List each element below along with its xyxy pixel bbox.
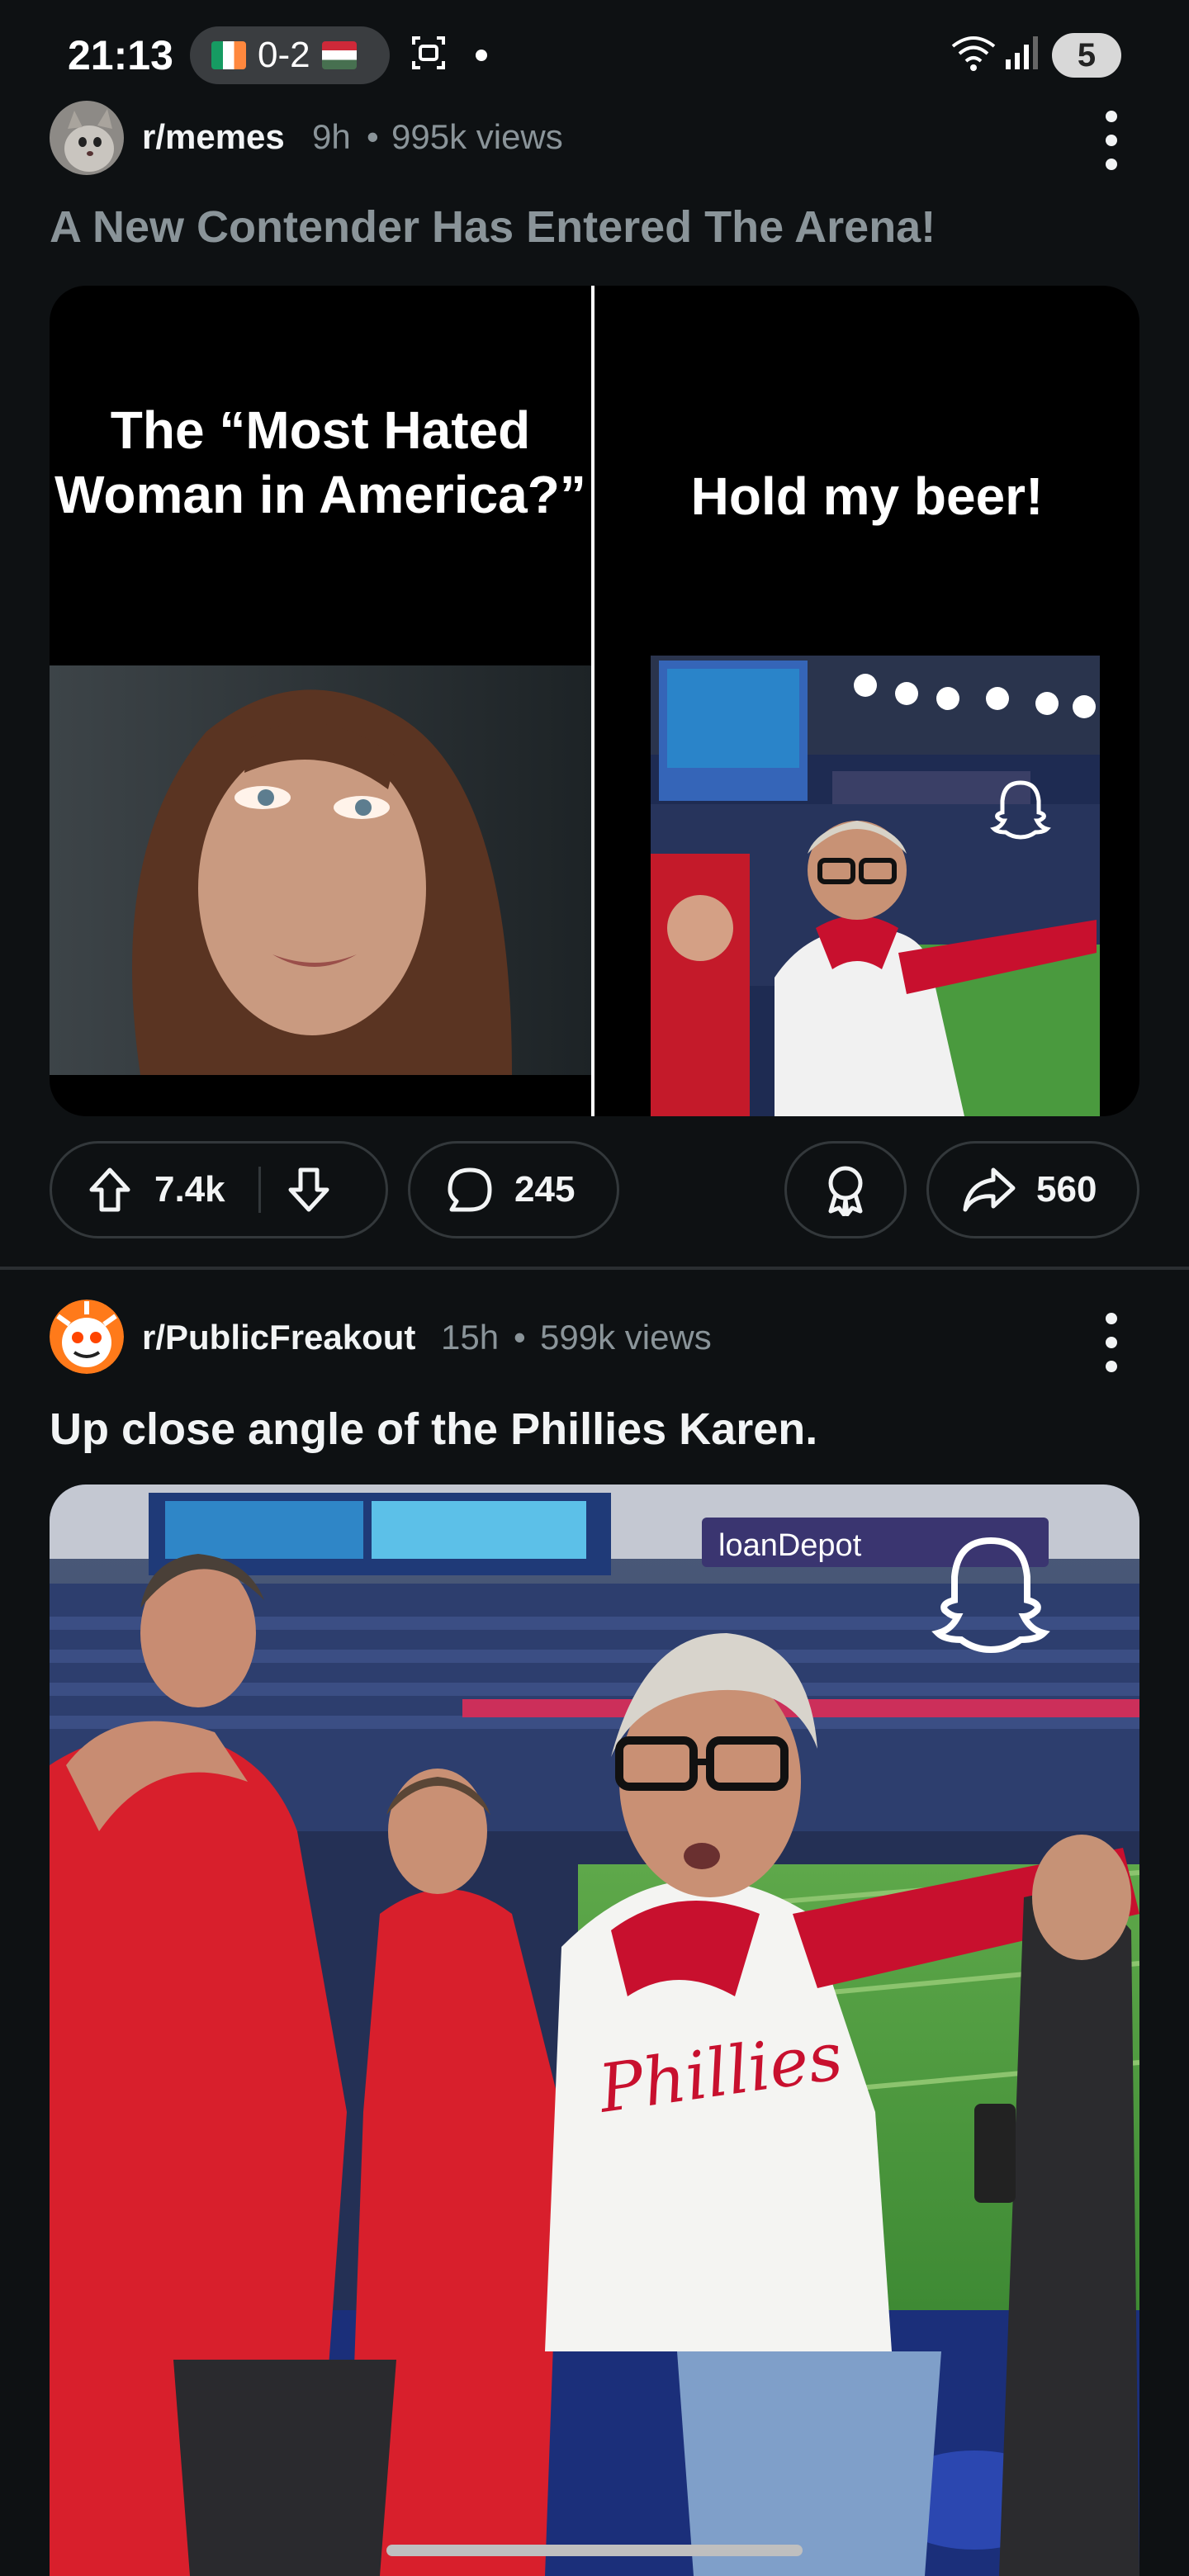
score-text: 0-2	[258, 35, 310, 75]
comment-icon	[448, 1167, 492, 1212]
post-media-meme[interactable]: The “Most Hated Woman in America?” Hold …	[50, 286, 1139, 1116]
subreddit-avatar[interactable]	[50, 101, 124, 175]
view-count: 599k views	[540, 1318, 712, 1357]
share-icon	[963, 1167, 1016, 1212]
post-age: 9h	[312, 117, 351, 156]
wifi-icon	[951, 36, 996, 71]
upvote-icon[interactable]	[87, 1165, 133, 1215]
share-count: 560	[1036, 1169, 1097, 1210]
live-score-chip[interactable]: 0-2	[190, 26, 390, 84]
downvote-icon[interactable]	[286, 1165, 332, 1215]
meme-right-photo	[651, 656, 1100, 1116]
meme-left-caption: The “Most Hated Woman in America?”	[54, 400, 586, 524]
dot-icon	[1106, 159, 1117, 170]
view-count: 995k views	[391, 117, 563, 156]
comments-button[interactable]: 245	[408, 1141, 619, 1238]
post-title[interactable]: A New Contender Has Entered The Arena!	[50, 201, 936, 253]
meme-right-caption: Hold my beer!	[690, 466, 1044, 526]
logo-text: loanDepot	[718, 1528, 862, 1563]
post-title[interactable]: Up close angle of the Phillies Karen.	[50, 1404, 817, 1455]
more-options-button[interactable]	[1095, 1309, 1128, 1376]
battery-icon: 5	[1052, 33, 1121, 78]
stadium-photo: loanDepot Phillies	[50, 1485, 1139, 2576]
upvote-count: 7.4k	[154, 1169, 225, 1210]
more-options-button[interactable]	[1095, 107, 1128, 173]
status-time: 21:13	[68, 32, 173, 78]
meta-separator: •	[514, 1318, 526, 1357]
comment-count: 245	[514, 1169, 576, 1210]
subreddit-name[interactable]: r/memes	[142, 117, 285, 157]
subreddit-avatar[interactable]	[50, 1300, 124, 1374]
subreddit-name[interactable]: r/PublicFreakout	[142, 1318, 415, 1357]
award-button[interactable]	[784, 1141, 907, 1238]
signal-icon	[1006, 36, 1038, 69]
meta-separator: •	[367, 117, 379, 156]
post-header: r/PublicFreakout 15h • 599k views	[0, 1298, 1189, 1380]
dot-icon	[1106, 135, 1117, 146]
notification-dot	[476, 50, 487, 61]
meme-divider	[591, 286, 594, 1116]
dot-icon	[1106, 1361, 1117, 1372]
post-media-image[interactable]: loanDepot Phillies	[50, 1485, 1139, 2576]
dot-icon	[1106, 111, 1117, 122]
post-age: 15h	[441, 1318, 500, 1357]
award-icon	[828, 1166, 863, 1216]
meme-left-photo	[50, 665, 591, 1075]
share-button[interactable]: 560	[926, 1141, 1139, 1238]
screen-capture-icon	[412, 36, 445, 69]
home-gesture-bar[interactable]	[386, 2545, 803, 2556]
flag-ireland-icon	[211, 41, 246, 69]
vote-separator	[258, 1167, 261, 1213]
dot-icon	[1106, 1337, 1117, 1348]
flag-hungary-icon	[321, 41, 357, 69]
post-divider	[0, 1267, 1189, 1270]
status-bar: 21:13 0-2 5	[0, 0, 1189, 112]
post-header: r/memes 9h • 995k views	[0, 97, 1189, 180]
dot-icon	[1106, 1313, 1117, 1324]
vote-bar: 7.4k	[50, 1141, 388, 1238]
